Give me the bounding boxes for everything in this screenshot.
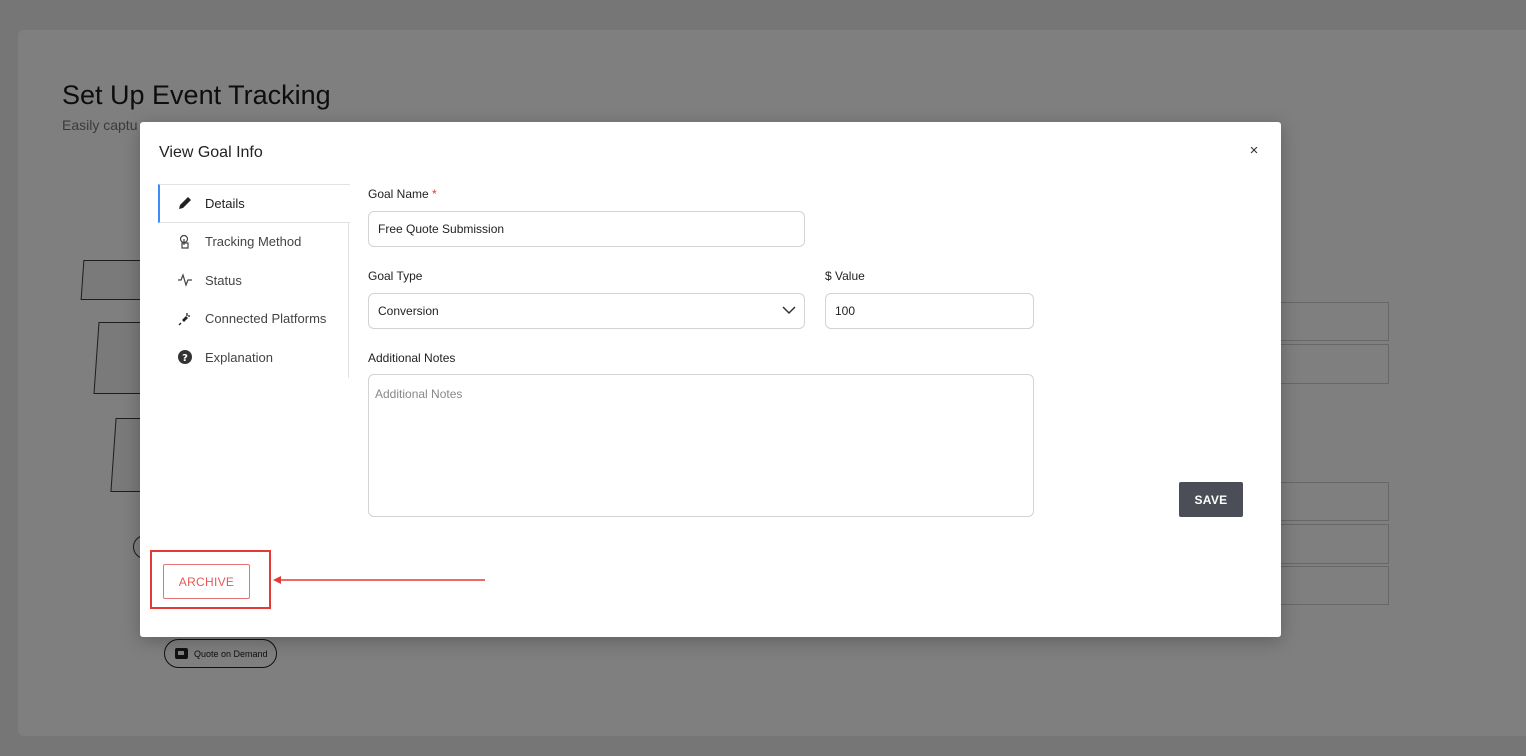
tab-explanation[interactable]: ? Explanation bbox=[158, 338, 348, 377]
annotation-arrow bbox=[273, 576, 485, 584]
close-button[interactable]: × bbox=[1245, 142, 1263, 160]
value-input[interactable]: 100 bbox=[825, 293, 1034, 329]
save-button[interactable]: SAVE bbox=[1179, 482, 1243, 517]
modal-sidebar: Details Tracking Method Status Connected… bbox=[158, 184, 350, 378]
archive-button[interactable]: ARCHIVE bbox=[163, 564, 250, 599]
tab-tracking-method[interactable]: Tracking Method bbox=[158, 223, 348, 262]
goal-name-label: Goal Name * bbox=[368, 187, 437, 201]
pencil-icon bbox=[177, 195, 193, 211]
tab-label: Explanation bbox=[205, 349, 273, 365]
goal-name-input[interactable]: Free Quote Submission bbox=[368, 211, 805, 247]
notes-textarea[interactable]: Additional Notes bbox=[368, 374, 1034, 517]
view-goal-info-modal: View Goal Info × Details Tracking Method… bbox=[140, 122, 1281, 637]
goal-type-label: Goal Type bbox=[368, 269, 423, 283]
tab-connected-platforms[interactable]: Connected Platforms bbox=[158, 300, 348, 339]
value-label: $ Value bbox=[825, 269, 865, 283]
question-icon: ? bbox=[177, 349, 193, 365]
goal-name-label-text: Goal Name bbox=[368, 187, 429, 201]
pulse-icon bbox=[177, 272, 193, 288]
tab-status[interactable]: Status bbox=[158, 261, 348, 300]
tab-label: Connected Platforms bbox=[205, 311, 327, 327]
tap-icon bbox=[177, 234, 193, 250]
goal-type-select[interactable]: Conversion bbox=[368, 293, 805, 329]
required-mark: * bbox=[432, 187, 437, 201]
tab-details[interactable]: Details bbox=[158, 184, 350, 223]
notes-label: Additional Notes bbox=[368, 351, 456, 365]
tab-label: Status bbox=[205, 272, 242, 288]
tab-label: Details bbox=[205, 195, 245, 211]
tab-label: Tracking Method bbox=[205, 234, 302, 250]
svg-text:?: ? bbox=[182, 353, 188, 364]
chevron-down-icon bbox=[782, 304, 796, 318]
plug-icon bbox=[177, 311, 193, 327]
modal-title: View Goal Info bbox=[159, 144, 263, 161]
goal-type-value: Conversion bbox=[378, 304, 439, 318]
